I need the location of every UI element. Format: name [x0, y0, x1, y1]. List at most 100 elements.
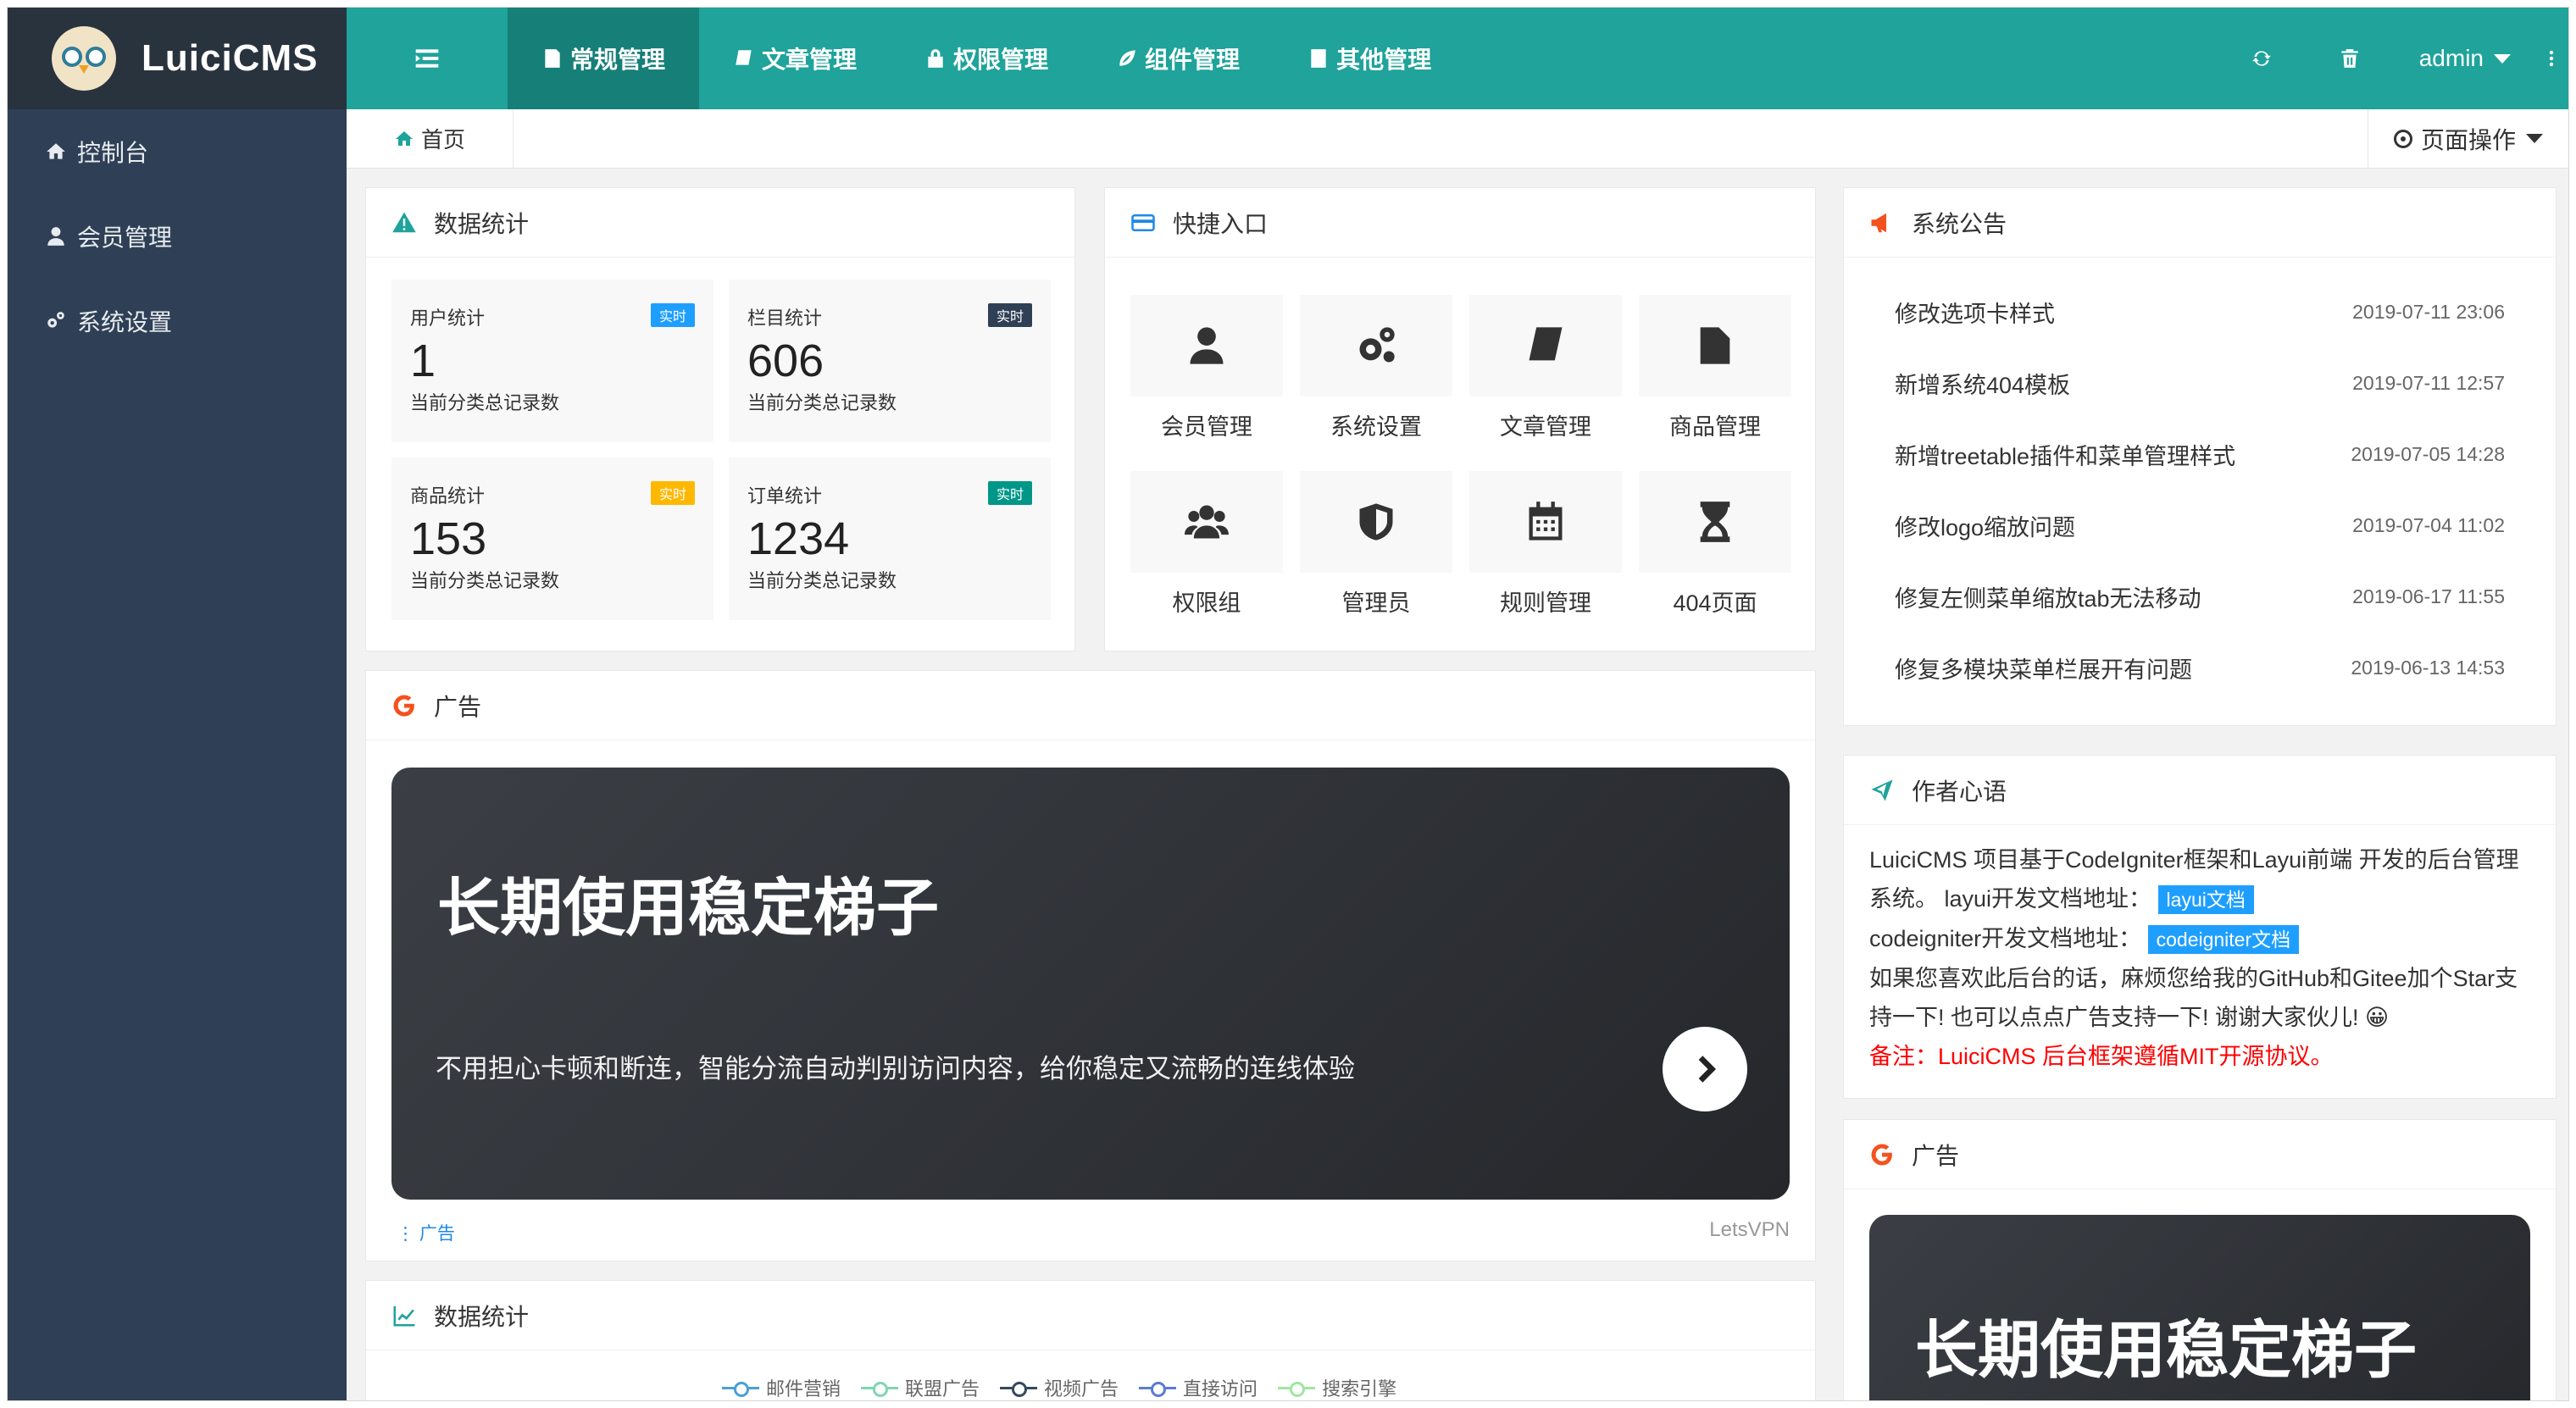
card-title: 数据统计	[434, 1303, 530, 1330]
user-name: admin	[2418, 45, 2484, 71]
card-header: 系统公告	[1844, 188, 2556, 258]
top-navbar: 常规管理 文章管理 权限管理 组件管理 其他管理 admin	[347, 8, 2568, 109]
lock-icon	[928, 49, 943, 68]
home-icon	[43, 139, 69, 164]
sidebar-item-dashboard[interactable]: 控制台	[8, 109, 347, 194]
license-note: 备注：LuiciCMS 后台框架遵循MIT开源协议。	[1869, 1044, 2334, 1069]
notice-item[interactable]: 修改logo缩放问题 2019-07-04 11:02	[1895, 490, 2505, 561]
shortcut-permission-groups[interactable]: 权限组	[1130, 471, 1283, 618]
menu-toggle-button[interactable]	[347, 8, 508, 109]
shortcut-404[interactable]: 404页面	[1639, 471, 1791, 618]
credit-card-icon	[1131, 213, 1155, 231]
sidebar: LuiciCMS 控制台 会员管理 系统设置	[8, 8, 347, 1400]
user-menu[interactable]: admin	[2394, 45, 2534, 72]
legend-item[interactable]: 联盟广告	[861, 1374, 980, 1400]
ad-banner[interactable]: 长期使用稳定梯子 不用担心卡顿和断连，智能分流自动判别访问内容，给你稳定又流畅的…	[391, 768, 1790, 1200]
status-badge: 实时	[987, 303, 1032, 327]
codeigniter-docs-link[interactable]: codeigniter文档	[2147, 925, 2300, 954]
home-icon	[396, 130, 413, 146]
card-title: 广告	[1912, 1142, 1960, 1169]
chevron-right-icon	[1698, 1056, 1717, 1083]
top-menu-others[interactable]: 其他管理	[1274, 8, 1465, 109]
author-card: 作者心语 LuiciCMS 项目基于CodeIgniter框架和Layui前端 …	[1843, 755, 2557, 1099]
tab-bar: 首页 页面操作	[347, 108, 2568, 169]
ad-label[interactable]: ⋮ 广告	[397, 1220, 455, 1245]
sidebar-item-members[interactable]: 会员管理	[8, 194, 347, 279]
leaf-icon	[1119, 50, 1135, 66]
legend-item[interactable]: 搜索引擎	[1278, 1374, 1396, 1400]
shortcut-articles[interactable]: 文章管理	[1469, 295, 1622, 441]
shortcuts-card: 快捷入口 会员管理 系统设置 文章管理 商品管理 权限组 管理员 规则管理 40…	[1104, 187, 1816, 651]
legend-item[interactable]: 视频广告	[1000, 1374, 1119, 1400]
side-ad-card: 广告 长期使用稳定梯子	[1843, 1119, 2557, 1400]
stats-card: 数据统计 用户统计 实时 1 当前分类总记录数 栏目统计 实时 606 当前分类…	[365, 187, 1075, 651]
clear-cache-button[interactable]	[2306, 8, 2394, 109]
contact-icon	[1311, 49, 1326, 68]
gears-icon	[43, 308, 69, 334]
vertical-dots-icon: ⋮	[397, 1224, 419, 1244]
status-badge: 实时	[650, 481, 695, 505]
logo[interactable]: LuiciCMS	[8, 8, 347, 109]
top-menu-articles[interactable]: 文章管理	[699, 8, 891, 109]
top-menu-permissions[interactable]: 权限管理	[891, 8, 1082, 109]
page-operations-dropdown[interactable]: 页面操作	[2367, 108, 2568, 169]
user-icon	[43, 224, 69, 249]
shortcut-rules[interactable]: 规则管理	[1469, 471, 1622, 618]
ad-card: 广告 长期使用稳定梯子 不用担心卡顿和断连，智能分流自动判别访问内容，给你稳定又…	[365, 670, 1816, 1261]
book-icon	[1529, 327, 1563, 361]
stat-orders: 订单统计 实时 1234 当前分类总记录数	[729, 457, 1051, 620]
target-icon	[2393, 129, 2412, 148]
bullhorn-icon	[1871, 213, 1886, 232]
hourglass-icon	[1700, 502, 1730, 542]
tab-home[interactable]: 首页	[347, 108, 514, 169]
trash-icon	[2340, 49, 2358, 68]
file-user-icon	[545, 49, 560, 68]
card-title: 数据统计	[434, 210, 530, 237]
layui-docs-link[interactable]: layui文档	[2157, 885, 2254, 914]
shortcut-members[interactable]: 会员管理	[1130, 295, 1283, 441]
card-title: 快捷入口	[1173, 210, 1269, 237]
google-icon	[393, 694, 414, 716]
legend-item[interactable]: 直接访问	[1139, 1374, 1257, 1400]
refresh-icon	[2251, 51, 2271, 66]
gears-icon	[1359, 327, 1395, 363]
user-icon	[1190, 327, 1224, 364]
app-window: LuiciCMS 控制台 会员管理 系统设置 常规管理 文章管理 权限管理 组件…	[7, 7, 2569, 1401]
legend-item[interactable]: 邮件营销	[722, 1374, 841, 1400]
notice-item[interactable]: 新增treetable插件和菜单管理样式 2019-07-05 14:28	[1895, 419, 2505, 490]
card-title: 作者心语	[1912, 778, 2007, 805]
card-header: 数据统计	[366, 188, 1074, 258]
card-header: 作者心语	[1844, 756, 2556, 825]
hamburger-icon	[415, 49, 439, 68]
app-name: LuiciCMS	[142, 37, 319, 79]
stat-users: 用户统计 实时 1 当前分类总记录数	[391, 280, 713, 442]
top-right-tools: admin	[2218, 8, 2568, 109]
shortcut-settings[interactable]: 系统设置	[1300, 295, 1452, 441]
top-menu-general[interactable]: 常规管理	[508, 8, 700, 109]
chart-legend: 邮件营销 联盟广告 视频广告 直接访问 搜索引擎	[722, 1374, 1396, 1400]
sidebar-item-label: 会员管理	[77, 225, 173, 251]
notice-item[interactable]: 修复左侧菜单缩放tab无法移动 2019-06-17 11:55	[1895, 561, 2505, 632]
calendar-icon	[1529, 502, 1563, 540]
top-menu-components[interactable]: 组件管理	[1082, 8, 1274, 109]
shortcut-products[interactable]: 商品管理	[1639, 295, 1791, 441]
caret-down-icon	[2494, 53, 2511, 64]
side-ad-banner[interactable]: 长期使用稳定梯子	[1869, 1215, 2530, 1400]
refresh-button[interactable]	[2218, 8, 2306, 109]
ad-next-button[interactable]	[1663, 1027, 1747, 1111]
notice-item[interactable]: 修复多模块菜单栏展开有问题 2019-06-13 14:53	[1895, 632, 2505, 703]
sidebar-item-label: 控制台	[77, 140, 149, 166]
warning-icon	[392, 212, 416, 232]
notice-item[interactable]: 新增系统404模板 2019-07-11 12:57	[1895, 347, 2505, 419]
author-text: LuiciCMS 项目基于CodeIgniter框架和Layui前端 开发的后台…	[1869, 847, 2519, 1069]
ad-sponsor[interactable]: LetsVPN	[1709, 1218, 1790, 1242]
more-button[interactable]	[2534, 8, 2568, 109]
shortcut-administrators[interactable]: 管理员	[1300, 471, 1452, 618]
ad-headline: 长期使用稳定梯子	[437, 873, 939, 943]
stat-products: 商品统计 实时 153 当前分类总记录数	[391, 457, 713, 620]
sidebar-item-settings[interactable]: 系统设置	[8, 279, 347, 363]
notice-item[interactable]: 修改选项卡样式 2019-07-11 23:06	[1895, 276, 2505, 347]
sidebar-item-label: 系统设置	[77, 309, 173, 335]
ad-headline: 长期使用稳定梯子	[1915, 1315, 2417, 1385]
card-title: 系统公告	[1912, 210, 2007, 237]
